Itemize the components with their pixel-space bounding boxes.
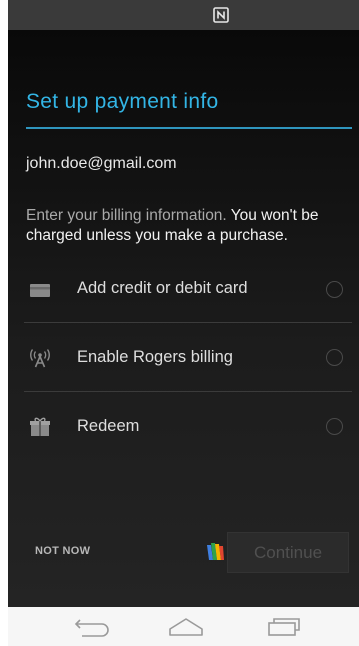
option-label-redeem: Redeem [77,417,140,435]
option-add-card[interactable]: Add credit or debit card [8,260,359,320]
option-carrier-billing[interactable]: Enable Rogers billing [8,328,359,388]
option-label-carrier-billing: Enable Rogers billing [77,348,233,366]
status-bar [8,0,359,30]
option-redeem[interactable]: Redeem [8,397,359,457]
not-now-button[interactable]: NOT NOW [35,545,90,557]
option-label-add-card: Add credit or debit card [77,279,248,297]
radio-add-card[interactable] [326,281,343,298]
google-wallet-icon [207,543,224,560]
title-divider [26,127,352,129]
page-title: Set up payment info [26,90,219,113]
account-email: john.doe@gmail.com [26,155,177,172]
content-area: Set up payment info john.doe@gmail.com E… [8,30,359,607]
carrier-tower-icon [30,349,50,368]
continue-button[interactable]: Continue [227,532,349,573]
credit-card-icon [30,284,50,297]
option-divider [24,391,352,392]
recent-apps-icon[interactable] [266,616,302,638]
navigation-bar [8,607,359,646]
home-icon[interactable] [166,616,206,638]
back-icon[interactable] [72,616,112,638]
radio-redeem[interactable] [326,418,343,435]
nfc-icon [213,7,229,23]
option-divider [24,322,352,323]
payment-setup-screen: Set up payment info john.doe@gmail.com E… [0,0,359,646]
billing-info-text: Enter your billing information. You won'… [26,206,356,246]
gift-icon [30,417,50,436]
radio-carrier-billing[interactable] [326,349,343,366]
billing-info-prefix: Enter your billing information. [26,207,231,224]
